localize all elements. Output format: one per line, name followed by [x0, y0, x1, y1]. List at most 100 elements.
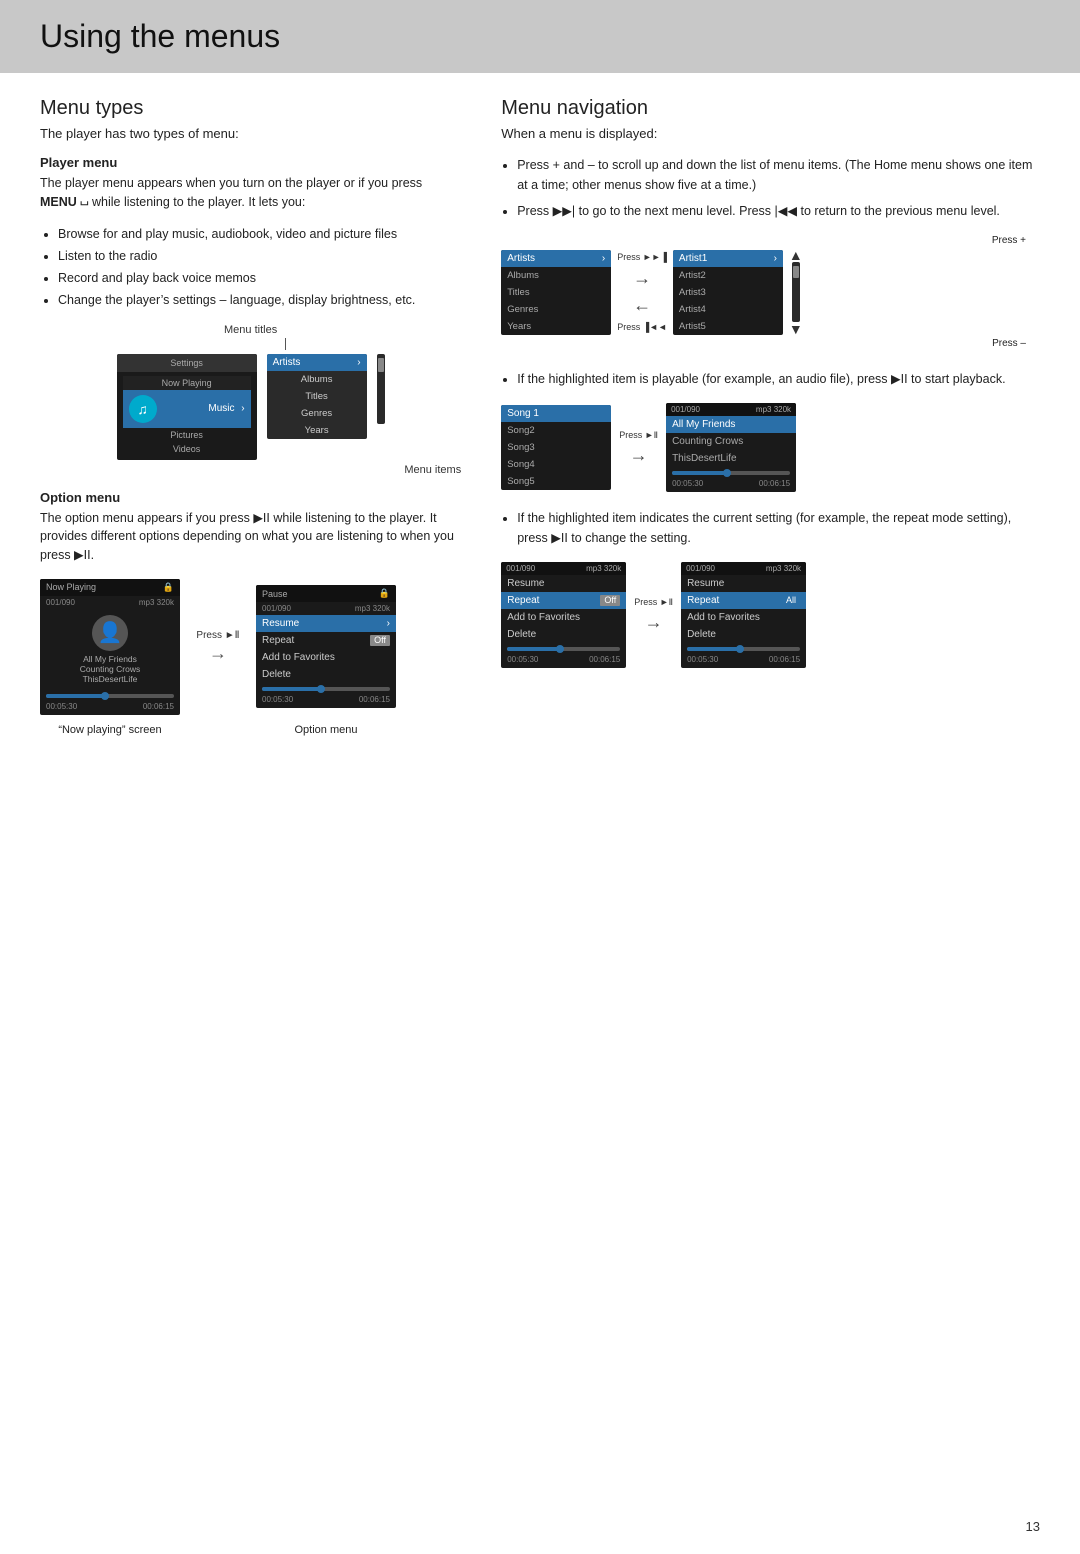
resume-arrow: ›	[387, 618, 390, 629]
rs2-delete: Delete	[681, 626, 806, 643]
artist2-item: Artist2	[673, 267, 783, 284]
rs2-topbar: 001/090 mp3 320k	[681, 562, 806, 575]
nav-bullets: Press + and – to scroll up and down the …	[501, 155, 1040, 221]
pictures-item: Pictures	[123, 428, 251, 442]
progress-fill	[46, 694, 104, 698]
pb-times: 00:05:30 00:06:15	[666, 479, 796, 492]
arrow-icon2: ›	[774, 253, 777, 264]
ps-header: Settings	[117, 354, 257, 372]
videos-item: Videos	[123, 442, 251, 456]
bitrate: mp3 320k	[139, 598, 174, 607]
diagram-captions: “Now playing” screen Option menu	[40, 721, 461, 736]
lock-icon2: 🔒	[379, 588, 390, 599]
song3-item: Song3	[501, 439, 611, 456]
left-column: Menu types The player has two types of m…	[40, 97, 491, 750]
artists-highlighted: Artists ›	[267, 354, 367, 371]
ps-body: Now Playing ♫ Music › Pictures Videos	[117, 372, 257, 460]
rs2-resume: Resume	[681, 575, 806, 592]
time-display: 00:05:30 00:06:15	[40, 702, 180, 715]
artist1-item: Artist1 ›	[673, 250, 783, 267]
now-playing-caption: “Now playing” screen	[40, 721, 180, 736]
playback-bullet: If the highlighted item is playable (for…	[517, 369, 1040, 389]
rs1-time-left: 00:05:30	[507, 655, 538, 664]
music-icon: ♫	[129, 395, 157, 423]
now-playing-item: Now Playing	[123, 376, 251, 390]
song5-item: Song5	[501, 473, 611, 490]
playback-bullets: If the highlighted item is playable (for…	[501, 369, 1040, 389]
artist4-item: Artist4	[673, 301, 783, 318]
press-play-label: Press ►Ⅱ	[619, 430, 658, 441]
menu-list: Artists › Albums Titles Genres Years	[501, 250, 611, 335]
now-playing-caption-text: “Now playing” screen	[58, 724, 161, 736]
time-total: 00:06:15	[143, 702, 174, 711]
scroll-indicator: ▲ ▼	[789, 248, 803, 336]
scrollbar-thumb	[378, 358, 384, 372]
albums-item2: Albums	[501, 267, 611, 284]
song-diagram: Song 1 Song2 Song3 Song4 Song5 Press ►Ⅱ …	[501, 403, 1040, 492]
press-plus-label: Press +	[501, 235, 1026, 246]
artist5-item: Artist5	[673, 318, 783, 335]
rs1-repeat-label: Repeat	[507, 595, 539, 606]
chevron-right-icon: ›	[602, 253, 605, 264]
pb-bitrate: mp3 320k	[756, 405, 791, 414]
music-label: Music ›	[208, 403, 244, 414]
artist-name: Counting Crows	[80, 664, 140, 674]
rs2-times: 00:05:30 00:06:15	[681, 655, 806, 668]
menu-items-label: Menu items	[40, 464, 461, 476]
resume-label: Resume	[262, 618, 299, 629]
option-menu-screen: Pause 🔒 001/090 mp3 320k Resume › Repeat…	[256, 585, 396, 708]
repeat-screen-1: 001/090 mp3 320k Resume Repeat Off Add t…	[501, 562, 626, 668]
repeat-label: Repeat	[262, 635, 294, 646]
menu-types-title: Menu types	[40, 97, 461, 120]
pb-time-right: 00:06:15	[759, 479, 790, 488]
now-playing-topbar: Now Playing 🔒	[40, 579, 180, 596]
right-arrow-icon: →	[209, 643, 227, 664]
player-main-screen: Settings Now Playing ♫ Music › Pictures …	[117, 354, 257, 460]
pb-song3: ThisDesertLife	[666, 450, 796, 467]
years-item: Years	[267, 422, 367, 439]
repeat-off-badge: Off	[370, 635, 390, 646]
rs1-topbar: 001/090 mp3 320k	[501, 562, 626, 575]
option-menu-caption: Option menu	[256, 721, 396, 736]
menu-screens: Settings Now Playing ♫ Music › Pictures …	[40, 354, 461, 460]
left-arrow-nav: ←	[633, 295, 651, 316]
resume-item: Resume ›	[256, 615, 396, 632]
album-art: 👤	[92, 615, 128, 651]
add-favorites-item: Add to Favorites	[256, 649, 396, 666]
lock-icon: 🔒	[163, 582, 174, 593]
menu-nav-title: Menu navigation	[501, 97, 1040, 120]
pb-progress-fill	[672, 471, 725, 475]
genres-item2: Genres	[501, 301, 611, 318]
rs1-favorites: Add to Favorites	[501, 609, 626, 626]
list-item: Listen to the radio	[58, 246, 461, 266]
now-playing-screen: Now Playing 🔒 001/090 mp3 320k 👤 All My …	[40, 579, 180, 715]
artists-item: Artists ›	[501, 250, 611, 267]
friend-track: All My Friends	[80, 654, 140, 664]
rs2-repeat-label: Repeat	[687, 595, 719, 606]
rs2-repeat: Repeat All	[681, 592, 806, 609]
track-number: 001/090	[46, 598, 75, 607]
album-name: ThisDesertLife	[80, 674, 140, 684]
rs2-favorites: Add to Favorites	[681, 609, 806, 626]
option-progress	[262, 687, 390, 691]
titles-item2: Titles	[501, 284, 611, 301]
press-repeat-arrow: Press ►Ⅱ →	[634, 597, 673, 633]
press-next-label: Press ►►▐	[617, 252, 667, 262]
time-elapsed: 00:05:30	[46, 702, 77, 711]
song-list: Song 1 Song2 Song3 Song4 Song5	[501, 405, 611, 490]
vert-scrollbar-thumb	[793, 266, 799, 278]
option-track-num: 001/090	[262, 604, 291, 613]
repeat-diagram: 001/090 mp3 320k Resume Repeat Off Add t…	[501, 562, 1040, 668]
progress-bar	[46, 694, 174, 698]
nav-diagram-inner: Artists › Albums Titles Genres Years Pre…	[501, 248, 1040, 336]
artists-label: Artists	[273, 357, 301, 368]
page-number: 13	[1026, 1519, 1040, 1534]
press-label: Press ►Ⅱ	[196, 630, 239, 641]
rs1-off-badge: Off	[600, 595, 620, 606]
album-art-area: 👤 All My Friends Counting Crows ThisDese…	[40, 609, 180, 690]
menu-diagram: Menu titles Settings Now Playing ♫ Music…	[40, 324, 461, 476]
vert-scrollbar	[792, 262, 800, 322]
rs2-progress-dot	[736, 645, 744, 653]
option-progress-dot	[317, 685, 325, 693]
artist1-text: Artist1	[679, 253, 707, 264]
